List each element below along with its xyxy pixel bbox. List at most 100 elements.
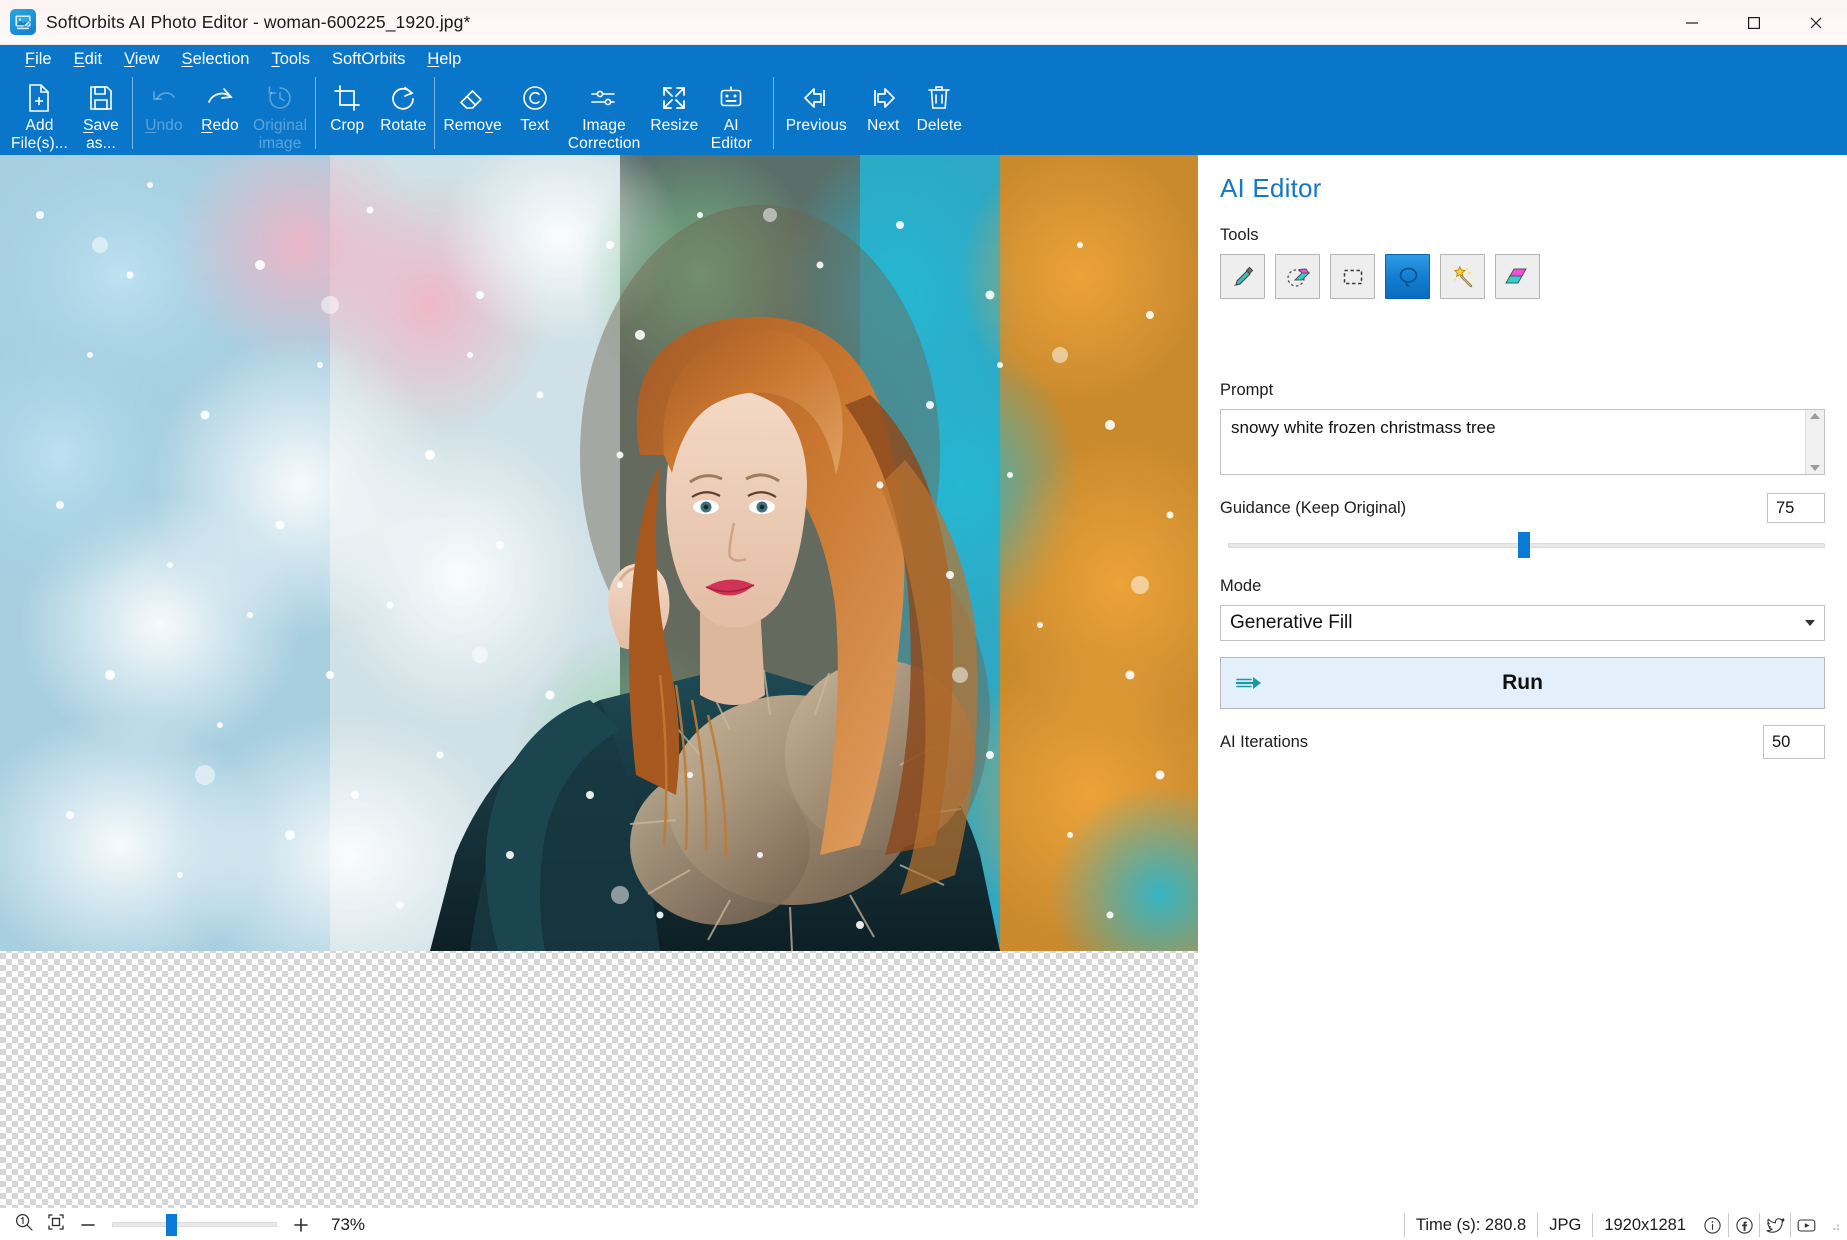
- menu-view[interactable]: View: [113, 49, 170, 70]
- menu-help[interactable]: Help: [416, 49, 472, 70]
- menu-bar: FFileile Edit View Selection Tools SoftO…: [0, 45, 1847, 73]
- iterations-row: AI Iterations 50: [1220, 725, 1825, 759]
- toolbar-undo-label: Undo: [145, 117, 183, 134]
- marker-tool-button[interactable]: [1220, 254, 1265, 299]
- zoom-out-button[interactable]: [72, 1212, 104, 1238]
- save-icon: [88, 79, 114, 117]
- rectangle-select-icon: [1340, 264, 1366, 290]
- toolbar-rotate-button[interactable]: Rotate: [375, 73, 431, 153]
- image-canvas[interactable]: [0, 155, 1198, 1208]
- close-button[interactable]: [1785, 0, 1847, 45]
- facebook-icon[interactable]: [1728, 1213, 1759, 1237]
- toolbar-group-navigation: Previous Next Delete: [777, 73, 967, 155]
- iterations-value-field[interactable]: 50: [1763, 725, 1825, 759]
- toolbar-next-button[interactable]: Next: [855, 73, 911, 153]
- minimize-button[interactable]: [1661, 0, 1723, 45]
- sliders-icon: [589, 79, 619, 117]
- toolbar-image-correction-button[interactable]: Image Correction: [563, 73, 646, 153]
- toolbar-save-as-button[interactable]: Save as...: [73, 73, 129, 153]
- rectangle-select-tool-button[interactable]: [1330, 254, 1375, 299]
- toolbar-save-as-label: Save as...: [83, 117, 119, 152]
- robot-icon: [717, 79, 745, 117]
- zoom-in-button[interactable]: [285, 1212, 317, 1238]
- panel-spacer: [1220, 307, 1825, 381]
- marker-icon: [1230, 264, 1256, 290]
- menu-tools[interactable]: Tools: [260, 49, 321, 70]
- zoom-slider[interactable]: [112, 1212, 277, 1238]
- window-title: SoftOrbits AI Photo Editor - woman-60022…: [46, 11, 471, 32]
- iterations-label: AI Iterations: [1220, 732, 1309, 751]
- prompt-text[interactable]: snowy white frozen christmass tree: [1221, 410, 1805, 474]
- tools-label: Tools: [1220, 226, 1259, 244]
- toolbar-resize-button[interactable]: Resize: [645, 73, 703, 153]
- redo-icon: [205, 79, 235, 117]
- toolbar-resize-label: Resize: [650, 117, 699, 134]
- toolbar-original-image-button[interactable]: Original image: [248, 73, 312, 153]
- toolbar-delete-label: Delete: [916, 117, 962, 134]
- guidance-slider-thumb[interactable]: [1517, 532, 1530, 558]
- fill-icon: [1504, 264, 1531, 290]
- add-file-icon: [26, 79, 52, 117]
- toolbar-delete-button[interactable]: Delete: [911, 73, 967, 153]
- main-area: AI Editor Tools Prompt snowy white froze…: [0, 155, 1847, 1208]
- eraser-icon: [458, 79, 488, 117]
- lasso-tool-button[interactable]: [1385, 254, 1430, 299]
- toolbar-crop-button[interactable]: Crop: [319, 73, 375, 153]
- info-icon[interactable]: [1697, 1213, 1728, 1237]
- magic-wand-tool-button[interactable]: [1440, 254, 1485, 299]
- menu-edit[interactable]: Edit: [63, 49, 113, 70]
- prompt-field[interactable]: snowy white frozen christmass tree: [1220, 409, 1825, 475]
- zoom-controls: 73%: [0, 1212, 365, 1238]
- scroll-down-icon[interactable]: [1810, 465, 1820, 471]
- toolbar-ai-editor-button[interactable]: AI Editor: [703, 73, 759, 153]
- copyright-icon: [521, 79, 549, 117]
- mode-selected-value: Generative Fill: [1230, 612, 1353, 633]
- menu-selection[interactable]: Selection: [171, 49, 261, 70]
- twitter-icon[interactable]: [1759, 1213, 1790, 1237]
- youtube-icon[interactable]: [1790, 1213, 1821, 1237]
- zoom-slider-track[interactable]: [112, 1222, 277, 1227]
- maximize-button[interactable]: [1723, 0, 1785, 45]
- resize-grip-icon[interactable]: [1827, 1218, 1841, 1232]
- run-button[interactable]: Run: [1220, 657, 1825, 709]
- toolbar-undo-button[interactable]: Undo: [136, 73, 192, 153]
- status-time: Time (s): 280.8: [1403, 1213, 1537, 1237]
- toolbar-previous-button[interactable]: Previous: [777, 73, 855, 153]
- status-right-group: Time (s): 280.8 JPG 1920x1281: [1403, 1209, 1841, 1240]
- app-icon: [10, 9, 36, 35]
- prompt-label: Prompt: [1220, 381, 1274, 399]
- zoom-slider-thumb[interactable]: [165, 1213, 177, 1236]
- zoom-actual-size-button[interactable]: [8, 1212, 40, 1238]
- prompt-scrollbar[interactable]: [1805, 410, 1824, 474]
- toolbar-add-files-button[interactable]: Add File(s)...: [6, 73, 73, 153]
- mode-select[interactable]: Generative Fill: [1220, 605, 1825, 641]
- toolbar-separator: [315, 77, 317, 149]
- toolbar-remove-button[interactable]: Remove: [438, 73, 506, 153]
- fit-to-window-icon: [46, 1212, 66, 1237]
- menu-softorbits[interactable]: SoftOrbits: [321, 49, 416, 70]
- fill-tool-button[interactable]: [1495, 254, 1540, 299]
- guidance-label: Guidance (Keep Original): [1220, 498, 1407, 517]
- scroll-up-icon[interactable]: [1810, 413, 1820, 419]
- guidance-value-field[interactable]: 75: [1767, 493, 1825, 523]
- resize-icon: [660, 79, 688, 117]
- panel-title: AI Editor: [1220, 173, 1322, 203]
- status-dimensions: 1920x1281: [1592, 1213, 1697, 1237]
- zoom-percent-label: 73%: [331, 1214, 366, 1234]
- toolbar-crop-label: Crop: [330, 117, 365, 134]
- eraser-tool-button[interactable]: [1275, 254, 1320, 299]
- toolbar-text-label: Text: [520, 117, 550, 134]
- guidance-slider[interactable]: [1228, 529, 1825, 561]
- toolbar-group-history: Undo Redo Original image: [136, 73, 312, 155]
- menu-file[interactable]: FFileile: [14, 49, 63, 70]
- toolbar-group-transform: Crop Rotate: [319, 73, 431, 155]
- toolbar-text-button[interactable]: Text: [507, 73, 563, 153]
- lasso-icon: [1395, 264, 1421, 290]
- toolbar-group-file: Add File(s)... Save as...: [6, 73, 129, 155]
- toolbar-image-correction-label: Image Correction: [567, 117, 641, 152]
- fit-to-window-button[interactable]: [40, 1212, 72, 1238]
- arrow-run-icon: [1235, 673, 1263, 693]
- toolbar-redo-button[interactable]: Redo: [192, 73, 248, 153]
- arrow-left-icon: [801, 79, 831, 117]
- magic-wand-icon: [1450, 264, 1476, 290]
